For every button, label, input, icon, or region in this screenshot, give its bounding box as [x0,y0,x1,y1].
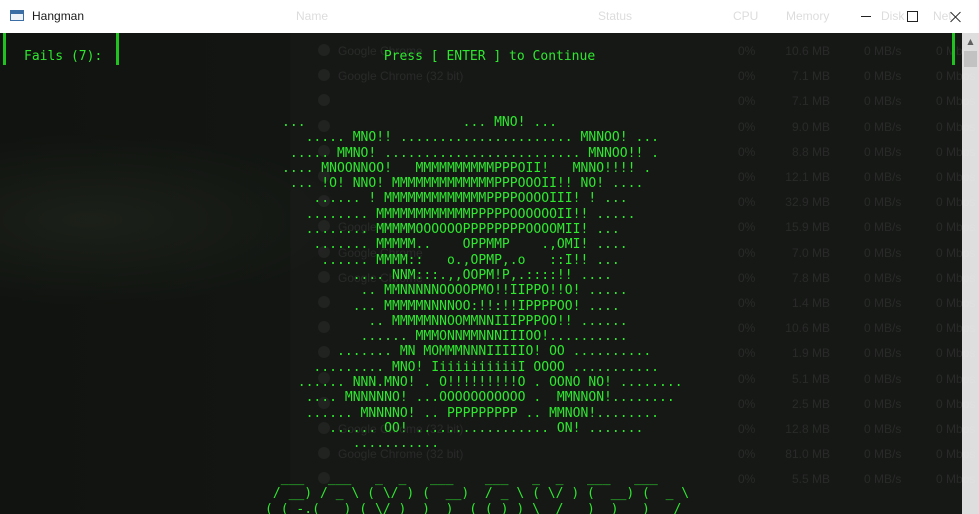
title-bar[interactable]: Hangman Name Status CPU Memory Disk Net [0,0,979,33]
background-header-memory: Memory [786,9,830,23]
vertical-scrollbar[interactable]: ▲ [962,33,979,514]
close-icon [950,11,962,23]
continue-prompt: Press [ ENTER ] to Continue [383,49,596,64]
background-header-status: Status [598,9,633,23]
game-over-banner: ___ ___ _ _ ___ ___ _ _ ___ ___ / __) / … [265,471,690,514]
minimize-button[interactable] [843,0,889,33]
maximize-icon [906,11,918,22]
scroll-up-arrow-icon[interactable]: ▲ [962,33,979,50]
scrollbar-thumb[interactable] [964,51,977,67]
window-title: Hangman [32,9,85,23]
console-area[interactable]: Fails (7): Press [ ENTER ] to Continue .… [0,33,979,514]
skull-ascii-art: ... ... MNO! ... ..... MNO!! ...........… [282,115,683,452]
minimize-icon [861,16,871,17]
background-header-name: Name [296,9,329,23]
maximize-button[interactable] [889,0,935,33]
close-button[interactable] [933,0,979,33]
hangman-window: Google Chrome 0% 10.6 MB 0 MB/s 0 Mbps Google… [0,0,979,514]
background-header-cpu: CPU [733,9,759,23]
console-app-icon [10,10,24,21]
